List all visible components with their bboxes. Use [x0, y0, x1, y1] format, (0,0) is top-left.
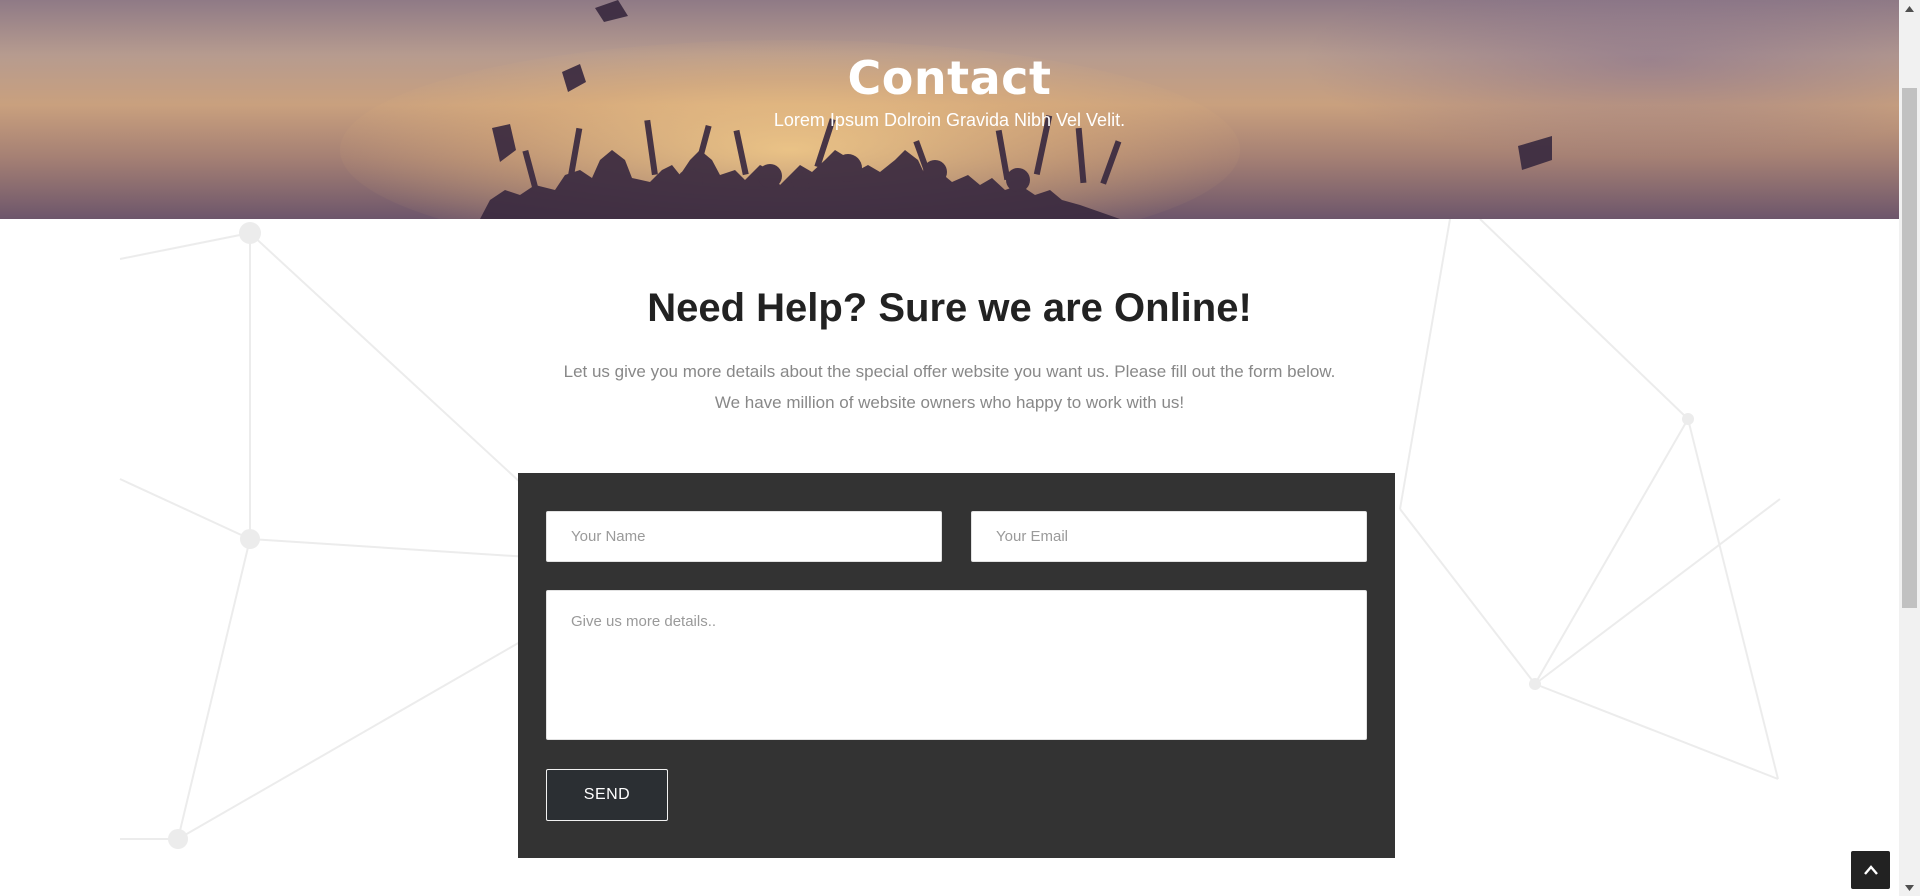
chevron-up-icon [1863, 865, 1878, 875]
lead-line-2: We have million of website owners who ha… [714, 393, 1185, 412]
scroll-thumb[interactable] [1902, 88, 1917, 608]
section-lead: Let us give you more details about the s… [540, 356, 1359, 418]
contact-page: Contact Lorem Ipsum Dolroin Gravida Nibh… [0, 0, 1920, 896]
section-heading: Need Help? Sure we are Online! [647, 286, 1252, 330]
lead-line-1: Let us give you more details about the s… [563, 362, 1336, 381]
triangle-down-icon [1905, 884, 1914, 891]
page-subtitle: Lorem Ipsum Dolroin Gravida Nibh Vel Vel… [773, 110, 1126, 130]
back-to-top-button[interactable] [1851, 851, 1890, 889]
page-title: Contact [847, 51, 1052, 105]
name-input[interactable] [546, 511, 942, 562]
vertical-scrollbar[interactable] [1899, 0, 1920, 896]
send-button[interactable]: SEND [546, 769, 668, 821]
scroll-up-button[interactable] [1899, 0, 1920, 17]
hero-banner: Contact Lorem Ipsum Dolroin Gravida Nibh… [0, 0, 1899, 219]
scroll-down-button[interactable] [1899, 879, 1920, 896]
details-textarea[interactable] [546, 590, 1367, 740]
triangle-up-icon [1905, 5, 1914, 12]
email-input[interactable] [971, 511, 1367, 562]
contact-form: SEND [518, 473, 1395, 858]
